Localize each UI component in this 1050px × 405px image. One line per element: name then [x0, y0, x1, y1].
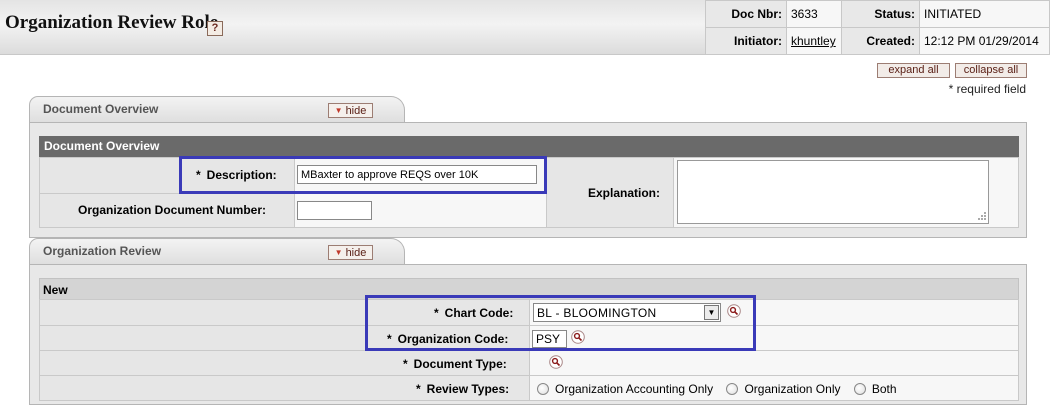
document-header: Organization Review Role ? Doc Nbr: 3633…: [0, 0, 1050, 55]
initiator-link[interactable]: khuntley: [791, 34, 836, 48]
expand-all-button[interactable]: expand all: [877, 63, 950, 78]
document-overview-hide-button[interactable]: ▼ hide: [328, 103, 373, 118]
help-icon[interactable]: ?: [207, 21, 223, 36]
initiator-label: Initiator:: [705, 27, 787, 55]
triangle-down-icon: ▼: [334, 106, 343, 115]
resize-grip-icon[interactable]: [976, 211, 987, 222]
highlight-chart-org-code: [365, 295, 756, 351]
radio-label: Both: [871, 382, 897, 396]
created-label: Created:: [841, 27, 920, 55]
review-types-label: * Review Types:: [416, 382, 510, 396]
explanation-textarea[interactable]: [677, 160, 989, 224]
doc-type-value-cell: [529, 350, 1019, 376]
tab-document-overview-label: Document Overview: [43, 102, 159, 116]
hide-label: hide: [345, 247, 367, 259]
radio-both[interactable]: [853, 383, 866, 395]
radio-org-accounting-only[interactable]: [537, 383, 549, 395]
radio-label: Organization Only: [744, 382, 841, 396]
doc-nbr-label: Doc Nbr:: [705, 0, 787, 28]
page-title: Organization Review Role: [5, 12, 219, 33]
triangle-down-icon: ▼: [334, 248, 343, 257]
document-type-label: * Document Type:: [403, 357, 507, 371]
org-doc-number-input[interactable]: [297, 201, 372, 220]
highlight-description: [179, 156, 547, 194]
tab-organization-review-label: Organization Review: [43, 244, 162, 258]
radio-org-only[interactable]: [726, 383, 739, 395]
required-field-note: * required field: [948, 82, 1026, 96]
doc-nbr-value: 3633: [786, 0, 842, 28]
document-info-table: Doc Nbr: 3633 Status: INITIATED Initiato…: [705, 0, 1050, 55]
initiator-value: khuntley: [786, 27, 842, 55]
hide-label: hide: [345, 105, 367, 117]
organization-review-hide-button[interactable]: ▼ hide: [328, 245, 373, 260]
status-label: Status:: [841, 0, 920, 28]
magnifier-icon[interactable]: [549, 355, 563, 369]
org-doc-number-label: Organization Document Number:: [78, 203, 267, 217]
created-value: 12:12 PM 01/29/2014: [919, 27, 1050, 55]
review-types-radio-group: Organization Accounting Only Organizatio…: [537, 382, 907, 396]
document-overview-section-header: Document Overview: [39, 136, 1019, 157]
explanation-label: Explanation:: [588, 186, 661, 200]
radio-label: Organization Accounting Only: [555, 382, 714, 396]
status-value: INITIATED: [919, 0, 1050, 28]
collapse-all-button[interactable]: collapse all: [955, 63, 1027, 78]
